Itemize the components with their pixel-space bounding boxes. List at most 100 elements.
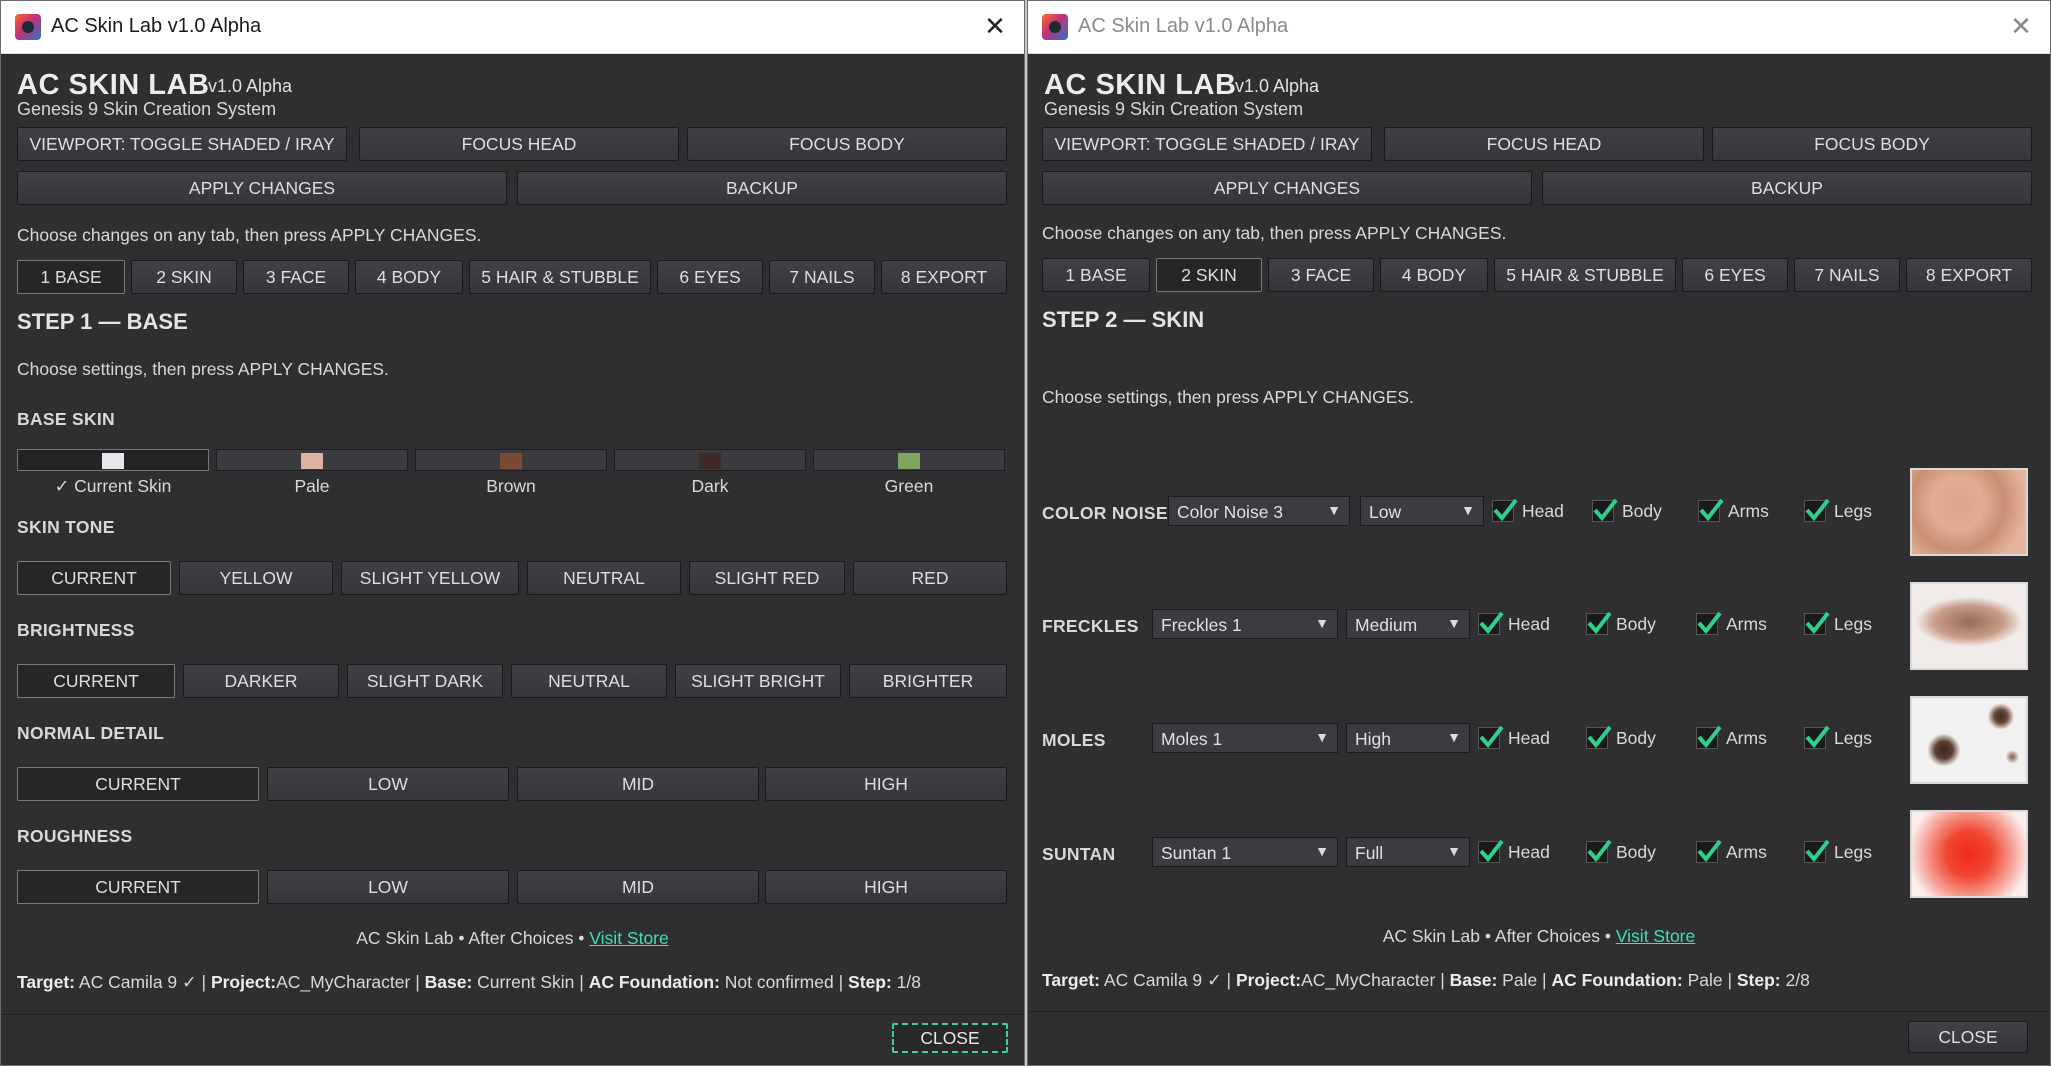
body-checkbox[interactable] [1592, 498, 1618, 522]
app-title: AC SKIN LAB [17, 69, 210, 101]
roughness-current[interactable]: CURRENT [17, 870, 259, 904]
status-key: Project: [1235, 970, 1302, 990]
normal-detail-mid[interactable]: MID [517, 767, 759, 801]
skin-tone-slight-yellow[interactable]: SLIGHT YELLOW [341, 561, 519, 595]
legs-checkbox[interactable] [1804, 839, 1830, 863]
moles-label: MOLES [1042, 730, 1106, 750]
arms-checkbox[interactable] [1696, 611, 1722, 635]
status-value: Current Skin [477, 972, 575, 992]
tab-face[interactable]: 3 FACE [1268, 258, 1374, 292]
tab-export[interactable]: 8 EXPORT [1906, 258, 2032, 292]
status-value: AC Camila 9 ✓ [1103, 970, 1222, 990]
legs-checkbox[interactable] [1804, 611, 1830, 635]
tab-eyes[interactable]: 6 EYES [1682, 258, 1788, 292]
brightness-brighter[interactable]: BRIGHTER [849, 664, 1007, 698]
tab-export[interactable]: 8 EXPORT [881, 260, 1007, 294]
skin-tone-yellow[interactable]: YELLOW [179, 561, 333, 595]
moles-preset-select[interactable]: Moles 1 ▼ [1152, 723, 1338, 753]
tab-body[interactable]: 4 BODY [1380, 258, 1488, 292]
color-noise-level-select[interactable]: Low ▼ [1360, 496, 1484, 526]
chevron-down-icon: ▼ [1447, 843, 1461, 859]
tab-eyes[interactable]: 6 EYES [657, 260, 763, 294]
moles-level-select[interactable]: High ▼ [1346, 723, 1470, 753]
focus-body-button[interactable]: FOCUS BODY [1712, 127, 2032, 161]
brightness-slight-bright[interactable]: SLIGHT BRIGHT [675, 664, 841, 698]
arms-checkbox[interactable] [1696, 839, 1722, 863]
apply-changes-button[interactable]: APPLY CHANGES [17, 171, 507, 205]
focus-head-button[interactable]: FOCUS HEAD [359, 127, 679, 161]
tab-base[interactable]: 1 BASE [17, 260, 125, 294]
check-label: Head [1508, 614, 1550, 634]
roughness-low[interactable]: LOW [267, 870, 509, 904]
visit-store-link[interactable]: Visit Store [589, 928, 668, 948]
swatch-current-skin[interactable] [17, 449, 209, 471]
apply-changes-button[interactable]: APPLY CHANGES [1042, 171, 1532, 205]
tab-nails[interactable]: 7 NAILS [769, 260, 875, 294]
normal-detail-low[interactable]: LOW [267, 767, 509, 801]
close-icon[interactable]: ✕ [976, 7, 1014, 45]
tab-base[interactable]: 1 BASE [1042, 258, 1150, 292]
brightness-neutral[interactable]: NEUTRAL [511, 664, 667, 698]
tab-hair-stubble[interactable]: 5 HAIR & STUBBLE [469, 260, 651, 294]
status-value: Pale [1687, 970, 1723, 990]
brightness-slight-dark[interactable]: SLIGHT DARK [347, 664, 503, 698]
color-noise-preset-select[interactable]: Color Noise 3 ▼ [1168, 496, 1350, 526]
tab-face[interactable]: 3 FACE [243, 260, 349, 294]
select-value: Freckles 1 [1161, 615, 1242, 635]
head-checkbox[interactable] [1478, 611, 1504, 635]
freckles-level-select[interactable]: Medium ▼ [1346, 609, 1470, 639]
tab-skin[interactable]: 2 SKIN [131, 260, 237, 294]
swatch-pale[interactable] [216, 449, 408, 471]
close-icon[interactable]: ✕ [2002, 7, 2040, 45]
swatch-green[interactable] [813, 449, 1005, 471]
body-checkbox[interactable] [1586, 839, 1612, 863]
viewport-toggle-button[interactable]: VIEWPORT: TOGGLE SHADED / IRAY [1042, 127, 1372, 161]
tab-skin[interactable]: 2 SKIN [1156, 258, 1262, 292]
legs-checkbox[interactable] [1804, 498, 1830, 522]
swatch-label: Brown [486, 476, 536, 496]
normal-detail-high[interactable]: HIGH [765, 767, 1007, 801]
title-bar: AC Skin Lab v1.0 Alpha ✕ [1028, 1, 2050, 54]
arms-checkbox[interactable] [1696, 725, 1722, 749]
close-button[interactable]: CLOSE [892, 1023, 1008, 1053]
tab-hair-stubble[interactable]: 5 HAIR & STUBBLE [1494, 258, 1676, 292]
chevron-down-icon: ▼ [1315, 729, 1329, 745]
suntan-level-select[interactable]: Full ▼ [1346, 837, 1470, 867]
normal-detail-current[interactable]: CURRENT [17, 767, 259, 801]
viewport-toggle-button[interactable]: VIEWPORT: TOGGLE SHADED / IRAY [17, 127, 347, 161]
close-button[interactable]: CLOSE [1908, 1021, 2028, 1053]
swatch-brown[interactable] [415, 449, 607, 471]
freckles-preset-select[interactable]: Freckles 1 ▼ [1152, 609, 1338, 639]
chevron-down-icon: ▼ [1447, 615, 1461, 631]
backup-button[interactable]: BACKUP [1542, 171, 2032, 205]
suntan-preset-select[interactable]: Suntan 1 ▼ [1152, 837, 1338, 867]
tab-nails[interactable]: 7 NAILS [1794, 258, 1900, 292]
head-checkbox[interactable] [1492, 498, 1518, 522]
skin-tone-red[interactable]: RED [853, 561, 1007, 595]
app-version: v1.0 Alpha [1235, 76, 1320, 96]
status-key: Base: [424, 972, 473, 992]
backup-button[interactable]: BACKUP [517, 171, 1007, 205]
status-value: Pale [1502, 970, 1538, 990]
color-noise-preview [1910, 468, 2028, 556]
skin-tone-current[interactable]: CURRENT [17, 561, 171, 595]
skin-tone-neutral[interactable]: NEUTRAL [527, 561, 681, 595]
head-checkbox[interactable] [1478, 725, 1504, 749]
arms-checkbox[interactable] [1698, 498, 1724, 522]
focus-head-button[interactable]: FOCUS HEAD [1384, 127, 1704, 161]
head-checkbox[interactable] [1478, 839, 1504, 863]
roughness-mid[interactable]: MID [517, 870, 759, 904]
legs-checkbox[interactable] [1804, 725, 1830, 749]
body-checkbox[interactable] [1586, 725, 1612, 749]
roughness-high[interactable]: HIGH [765, 870, 1007, 904]
check-label: Arms [1726, 842, 1767, 862]
skin-tone-slight-red[interactable]: SLIGHT RED [689, 561, 845, 595]
brightness-darker[interactable]: DARKER [183, 664, 339, 698]
visit-store-link[interactable]: Visit Store [1616, 926, 1695, 946]
body-checkbox[interactable] [1586, 611, 1612, 635]
swatch-dark[interactable] [614, 449, 806, 471]
tab-body[interactable]: 4 BODY [355, 260, 463, 294]
brightness-current[interactable]: CURRENT [17, 664, 175, 698]
focus-body-button[interactable]: FOCUS BODY [687, 127, 1007, 161]
swatch-label: Green [884, 476, 934, 496]
